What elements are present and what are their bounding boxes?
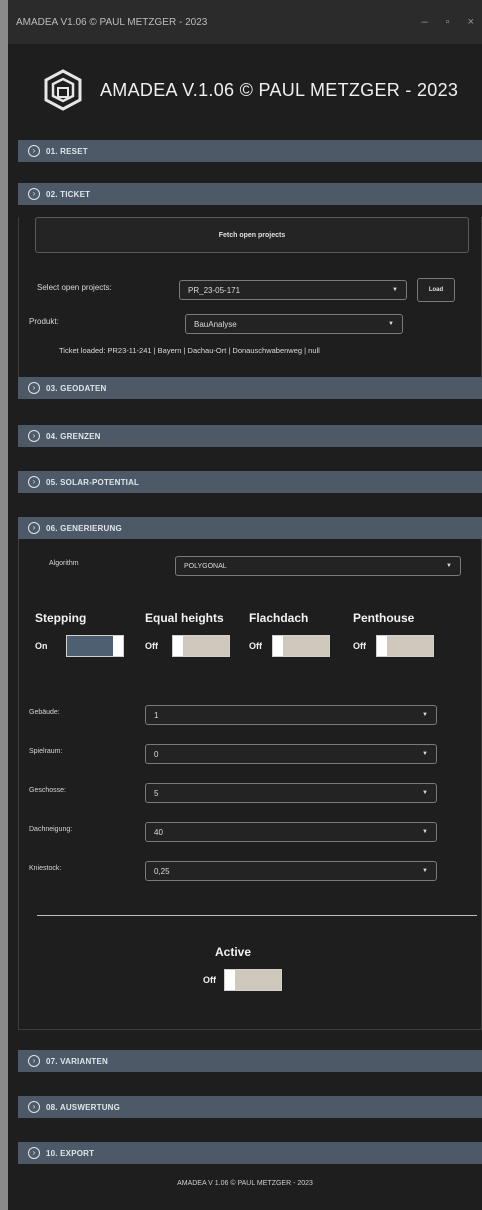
kniestock-select[interactable]: 0,25 ▼ <box>145 861 437 881</box>
penthouse-switch[interactable] <box>376 635 434 657</box>
field-label-gebaeude: Gebäude: <box>29 709 60 716</box>
app-logo-icon <box>44 69 82 111</box>
section-grenzen[interactable]: › 04. GRENZEN <box>18 425 482 447</box>
section-auswertung[interactable]: › 08. AUSWERTUNG <box>18 1096 482 1118</box>
field-label-spielraum: Spielraum: <box>29 748 63 755</box>
spielraum-select[interactable]: 0 ▼ <box>145 744 437 764</box>
active-label: Active <box>215 945 252 959</box>
expand-icon: › <box>28 1147 40 1159</box>
flachdach-switch[interactable] <box>272 635 330 657</box>
expand-icon: › <box>28 1101 40 1113</box>
window-controls: – ▫ × <box>422 16 474 28</box>
section-reset[interactable]: › 01. RESET <box>18 140 482 162</box>
section-export[interactable]: › 10. EXPORT <box>18 1142 482 1164</box>
geschosse-select[interactable]: 5 ▼ <box>145 783 437 803</box>
ticket-panel: Fetch open projects Select open projects… <box>18 217 482 380</box>
close-button[interactable]: × <box>468 16 474 28</box>
section-solar-potential[interactable]: › 05. SOLAR-POTENTIAL <box>18 471 482 493</box>
dachneigung-select[interactable]: 40 ▼ <box>145 822 437 842</box>
window-title: AMADEA V1.06 © PAUL METZGER - 2023 <box>16 16 208 28</box>
toggle-stepping: Stepping On <box>35 611 124 657</box>
divider <box>37 915 477 916</box>
active-state-label: Off <box>203 975 216 985</box>
chevron-down-icon: ▼ <box>446 563 452 569</box>
gebaeude-select[interactable]: 1 ▼ <box>145 705 437 725</box>
active-switch[interactable] <box>224 969 282 991</box>
collapse-icon: › <box>28 522 40 534</box>
section-ticket[interactable]: › 02. TICKET <box>18 183 482 205</box>
generierung-panel: Algorithm POLYGONAL ▼ Stepping On Equal … <box>18 539 482 1030</box>
ticket-status-text: Ticket loaded: PR23-11-241 | Bayern | Da… <box>59 346 320 355</box>
project-select[interactable]: PR_23-05-171 ▼ <box>179 280 407 300</box>
expand-icon: › <box>28 382 40 394</box>
load-button[interactable]: Load <box>417 278 455 302</box>
section-geodaten[interactable]: › 03. GEODATEN <box>18 377 482 399</box>
expand-icon: › <box>28 1055 40 1067</box>
algorithm-select[interactable]: POLYGONAL ▼ <box>175 556 461 576</box>
expand-icon: › <box>28 430 40 442</box>
expand-icon: › <box>28 476 40 488</box>
produkt-label: Produkt: <box>29 317 59 326</box>
app-header: AMADEA V.1.06 © PAUL METZGER - 2023 <box>8 44 482 136</box>
title-bar: AMADEA V1.06 © PAUL METZGER - 2023 – ▫ × <box>8 0 482 44</box>
app-title: AMADEA V.1.06 © PAUL METZGER - 2023 <box>100 79 459 100</box>
chevron-down-icon: ▼ <box>392 287 398 293</box>
fetch-open-projects-button[interactable]: Fetch open projects <box>35 217 469 253</box>
chevron-down-icon: ▼ <box>422 829 428 835</box>
select-projects-label: Select open projects: <box>37 283 112 292</box>
app-window: AMADEA V1.06 © PAUL METZGER - 2023 – ▫ ×… <box>8 0 482 1210</box>
produkt-select[interactable]: BauAnalyse ▼ <box>185 314 403 334</box>
maximize-button[interactable]: ▫ <box>446 16 450 28</box>
equal-heights-switch[interactable] <box>172 635 230 657</box>
section-generierung[interactable]: › 06. GENERIERUNG <box>18 517 482 539</box>
field-label-kniestock: Kniestock: <box>29 865 62 872</box>
expand-icon: › <box>28 145 40 157</box>
chevron-down-icon: ▼ <box>422 712 428 718</box>
chevron-down-icon: ▼ <box>388 321 394 327</box>
toggle-flachdach: Flachdach Off <box>249 611 330 657</box>
algorithm-label: Algorithm <box>49 560 79 567</box>
field-label-dachneigung: Dachneigung: <box>29 826 73 833</box>
section-varianten[interactable]: › 07. VARIANTEN <box>18 1050 482 1072</box>
chevron-down-icon: ▼ <box>422 868 428 874</box>
toggle-equal-heights: Equal heights Off <box>145 611 230 657</box>
chevron-down-icon: ▼ <box>422 790 428 796</box>
stepping-switch[interactable] <box>65 635 124 657</box>
minimize-button[interactable]: – <box>422 16 428 28</box>
collapse-icon: › <box>28 188 40 200</box>
chevron-down-icon: ▼ <box>422 751 428 757</box>
field-label-geschosse: Geschosse: <box>29 787 66 794</box>
footer-text: AMADEA V 1.06 © PAUL METZGER - 2023 <box>177 1180 313 1187</box>
toggle-penthouse: Penthouse Off <box>353 611 434 657</box>
